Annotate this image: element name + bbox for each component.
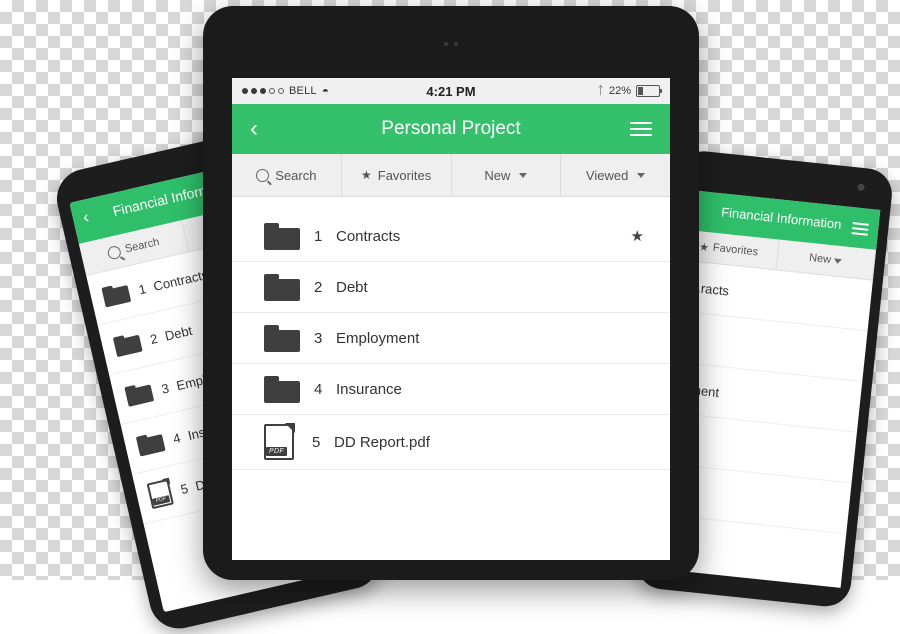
page-title: Personal Project — [381, 118, 521, 139]
list-item-number: 2 — [148, 330, 159, 347]
list-item-name: Contracts — [151, 266, 210, 294]
chevron-down-icon — [637, 172, 646, 178]
list-item-name: DD Report.pdf — [334, 433, 430, 451]
search-icon — [106, 244, 122, 261]
folder-icon — [264, 222, 300, 250]
hamburger-menu-icon[interactable] — [851, 219, 869, 239]
table-row[interactable]: 2 Debt — [232, 262, 670, 313]
folder-icon — [264, 324, 300, 352]
viewed-dropdown[interactable]: Viewed — [561, 154, 670, 196]
file-list: 1 Contracts ★ 2 Debt 3 Employment 4 Insu… — [232, 197, 670, 470]
favorites-button[interactable]: ★ Favorites — [342, 154, 452, 196]
front-camera-icon — [444, 42, 458, 46]
hamburger-menu-icon[interactable] — [630, 118, 652, 140]
app-toolbar: Search ★ Favorites New Viewed — [232, 154, 670, 197]
folder-icon — [124, 381, 155, 407]
right-phone-favorites-label: Favorites — [712, 241, 759, 259]
folder-icon — [112, 332, 143, 358]
viewed-label: Viewed — [585, 167, 629, 183]
table-row[interactable]: 1 Contracts ★ — [232, 211, 670, 262]
list-item-name: Employment — [336, 329, 420, 347]
list-item-number: 3 — [314, 329, 323, 347]
table-row[interactable]: 4 Insurance — [232, 364, 670, 415]
right-phone-title: Financial Information — [720, 204, 843, 232]
bluetooth-icon: ᛏ — [597, 85, 604, 97]
battery-percent: 22% — [608, 85, 631, 97]
chevron-down-icon — [519, 172, 528, 178]
folder-icon — [135, 431, 166, 457]
list-item-number: 3 — [159, 380, 171, 397]
star-icon: ★ — [698, 240, 710, 254]
list-item-number: 4 — [171, 429, 182, 446]
folder-icon — [264, 375, 300, 403]
star-icon: ★ — [361, 168, 372, 182]
list-item-number: 2 — [314, 278, 323, 296]
search-icon — [256, 168, 270, 182]
favorites-label: Favorites — [377, 167, 432, 183]
search-button[interactable]: Search — [232, 154, 342, 196]
pdf-badge: PDF — [266, 447, 287, 456]
chevron-down-icon — [833, 257, 843, 264]
list-item-name: Debt — [336, 278, 368, 296]
pdf-file-icon: PDF — [146, 477, 174, 510]
table-row[interactable]: PDF 5 DD Report.pdf — [232, 415, 670, 470]
status-bar: BELL ◓ 4:21 PM ᛏ 22% — [232, 78, 670, 104]
device-mockup-scene: ‹ Financial Information Search ★ Favorit… — [0, 0, 900, 634]
table-row[interactable]: 3 Employment — [232, 313, 670, 364]
left-phone-search-label: Search — [123, 235, 161, 256]
folder-icon — [101, 282, 132, 308]
search-label: Search — [275, 167, 317, 183]
list-item-number: 5 — [179, 480, 190, 497]
list-item-name: Insurance — [336, 380, 402, 398]
right-phone-new-label: New — [808, 251, 832, 267]
new-dropdown[interactable]: New — [452, 154, 562, 196]
tablet-device: BELL ◓ 4:21 PM ᛏ 22% ‹ Personal Project — [203, 6, 699, 580]
list-item-number: 1 — [314, 227, 323, 245]
pdf-file-icon: PDF — [264, 423, 295, 460]
new-label: New — [484, 167, 511, 183]
list-item-name: Contracts — [336, 227, 401, 245]
front-camera-icon — [857, 183, 865, 192]
app-navbar: ‹ Personal Project — [232, 104, 670, 154]
list-item-number: 4 — [314, 380, 323, 398]
list-item-number: 5 — [312, 433, 321, 451]
star-icon[interactable]: ★ — [631, 227, 644, 245]
folder-icon — [264, 273, 300, 301]
tablet-screen: BELL ◓ 4:21 PM ᛏ 22% ‹ Personal Project — [232, 78, 670, 560]
list-item-number: 1 — [137, 280, 148, 297]
battery-icon — [636, 85, 662, 97]
list-item-name: Debt — [163, 322, 194, 344]
